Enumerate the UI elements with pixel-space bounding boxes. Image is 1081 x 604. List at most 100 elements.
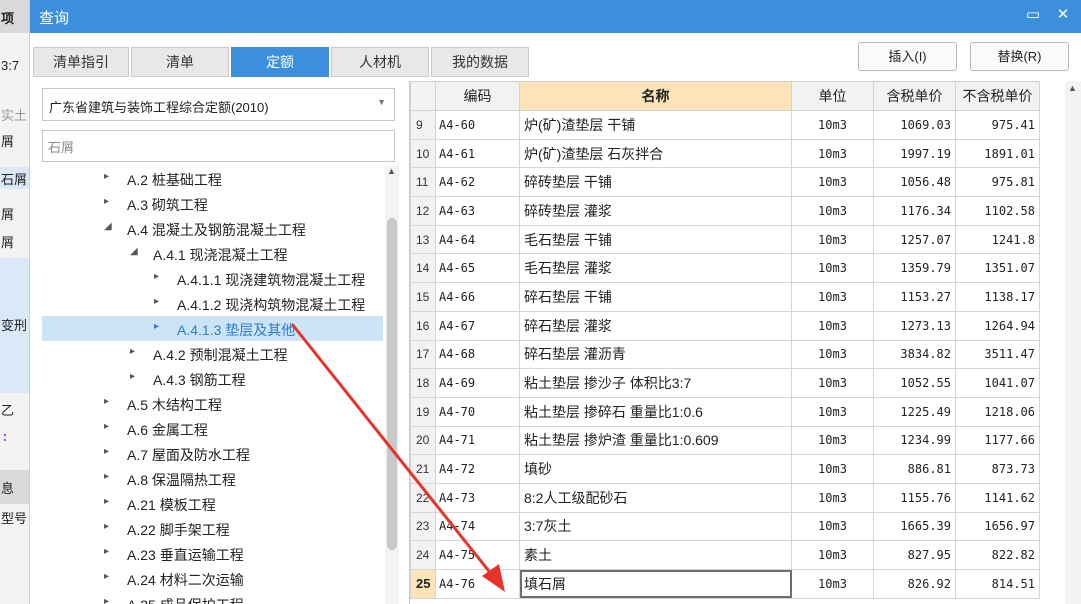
tax-price-cell[interactable]: 1665.39 [873,511,956,542]
tab-my-data[interactable]: 我的数据 [431,47,529,77]
table-row[interactable]: 13 A4-64 毛石垫层 干铺 10m3 1257.07 1241.8 [410,224,1040,255]
name-cell[interactable]: 毛石垫层 灌浆 [519,253,792,284]
unit-cell[interactable]: 10m3 [791,454,874,484]
code-cell[interactable]: A4-71 [435,425,520,456]
table-row[interactable]: 20 A4-71 粘土垫层 掺炉渣 重量比1:0.609 10m3 1234.99 117… [410,425,1040,456]
unit-cell[interactable]: 10m3 [791,282,874,312]
code-cell[interactable]: A4-65 [435,253,520,284]
maximize-icon[interactable]: ▭ [1022,4,1044,26]
unit-cell[interactable]: 10m3 [791,511,874,542]
code-cell[interactable]: A4-74 [435,511,520,542]
row-index[interactable]: 12 [410,196,436,226]
table-row[interactable]: 9 A4-60 炉(矿)渣垫层 干铺 10m3 1069.03 975.41 [410,110,1040,140]
dialog-titlebar[interactable]: 查询 ▭ ✕ [30,0,1081,33]
name-cell[interactable]: 碎石垫层 灌沥青 [519,339,792,370]
tree-item[interactable]: ◢ A.4.1 现浇混凝土工程 [42,241,383,266]
name-cell[interactable]: 填石屑 [519,569,792,599]
code-cell[interactable]: A4-72 [435,454,520,484]
tax-price-cell[interactable]: 1052.55 [873,368,956,398]
row-index[interactable]: 13 [410,224,436,255]
chevron-down-icon[interactable]: ▼ [377,97,386,107]
collapse-arrow-icon[interactable]: ◢ [104,221,114,232]
unit-cell[interactable]: 10m3 [791,138,874,169]
unit-cell[interactable]: 10m3 [791,396,874,427]
column-header-name[interactable]: 名称 [519,81,792,111]
scrollbar-thumb[interactable] [387,218,397,550]
row-index[interactable]: 17 [410,339,436,370]
code-cell[interactable]: A4-61 [435,138,520,169]
quota-library-select[interactable]: 广东省建筑与装饰工程综合定额(2010) ▼ [42,88,395,121]
expand-arrow-icon[interactable]: ▸ [104,421,114,432]
name-cell[interactable]: 填砂 [519,454,792,484]
notax-price-cell[interactable]: 3511.47 [955,339,1040,370]
tree-item[interactable]: ▸ A.4.1.2 现浇构筑物混凝土工程 [42,291,383,316]
notax-price-cell[interactable]: 975.41 [955,110,1040,140]
scroll-up-icon[interactable]: ▲ [1068,83,1077,93]
name-cell[interactable]: 炉(矿)渣垫层 石灰拌合 [519,138,792,169]
code-cell[interactable]: A4-64 [435,224,520,255]
row-index[interactable]: 15 [410,282,436,312]
row-index[interactable]: 25 [410,569,436,599]
scroll-up-icon[interactable]: ▲ [387,166,396,176]
code-cell[interactable]: A4-75 [435,540,520,570]
notax-price-cell[interactable]: 1241.8 [955,224,1040,255]
name-cell[interactable]: 粘土垫层 掺沙子 体积比3:7 [519,368,792,398]
name-cell[interactable]: 碎石垫层 灌浆 [519,310,792,341]
tax-price-cell[interactable]: 1359.79 [873,253,956,284]
tree-item[interactable]: ▸ A.4.1.1 现浇建筑物混凝土工程 [42,266,383,291]
tax-price-cell[interactable]: 1056.48 [873,167,956,198]
tree-item[interactable]: ▸ A.4.3 钢筋工程 [42,366,383,391]
name-cell[interactable]: 碎石垫层 干铺 [519,282,792,312]
unit-cell[interactable]: 10m3 [791,540,874,570]
table-row[interactable]: 24 A4-75 素土 10m3 827.95 822.82 [410,540,1040,570]
notax-price-cell[interactable]: 1656.97 [955,511,1040,542]
expand-arrow-icon[interactable]: ▸ [130,346,140,357]
unit-cell[interactable]: 10m3 [791,167,874,198]
name-cell[interactable]: 粘土垫层 掺炉渣 重量比1:0.609 [519,425,792,456]
row-index[interactable]: 14 [410,253,436,284]
notax-price-cell[interactable]: 873.73 [955,454,1040,484]
notax-price-cell[interactable]: 1141.62 [955,482,1040,513]
row-index[interactable]: 24 [410,540,436,570]
expand-arrow-icon[interactable]: ▸ [104,171,114,182]
row-index[interactable]: 11 [410,167,436,198]
tax-price-cell[interactable]: 1997.19 [873,138,956,169]
code-cell[interactable]: A4-62 [435,167,520,198]
table-row[interactable]: 11 A4-62 碎砖垫层 干铺 10m3 1056.48 975.81 [410,167,1040,198]
notax-price-cell[interactable]: 814.51 [955,569,1040,599]
tree-item[interactable]: ◢ A.4 混凝土及钢筋混凝土工程 [42,216,383,241]
tree-item[interactable]: ▸ A.24 材料二次运输 [42,566,383,591]
table-row[interactable]: 16 A4-67 碎石垫层 灌浆 10m3 1273.13 1264.94 [410,310,1040,341]
row-index[interactable]: 23 [410,511,436,542]
tree-item[interactable]: ▸ A.21 模板工程 [42,491,383,516]
tax-price-cell[interactable]: 1153.27 [873,282,956,312]
search-input[interactable] [43,131,394,161]
table-row[interactable]: 15 A4-66 碎石垫层 干铺 10m3 1153.27 1138.17 [410,282,1040,312]
name-cell[interactable]: 炉(矿)渣垫层 干铺 [519,110,792,140]
table-row[interactable]: 25 A4-76 填石屑 10m3 826.92 814.51 [410,569,1040,599]
unit-cell[interactable]: 10m3 [791,339,874,370]
expand-arrow-icon[interactable]: ▸ [130,371,140,382]
unit-cell[interactable]: 10m3 [791,196,874,226]
column-header-code[interactable]: 编码 [435,81,520,111]
tree-item[interactable]: ▸ A.4.1.3 垫层及其他 [42,316,383,341]
tax-price-cell[interactable]: 886.81 [873,454,956,484]
notax-price-cell[interactable]: 1891.01 [955,138,1040,169]
tree-item[interactable]: ▸ A.5 木结构工程 [42,391,383,416]
code-cell[interactable]: A4-60 [435,110,520,140]
row-index[interactable]: 10 [410,138,436,169]
notax-price-cell[interactable]: 1351.07 [955,253,1040,284]
code-cell[interactable]: A4-63 [435,196,520,226]
unit-cell[interactable]: 10m3 [791,368,874,398]
table-row[interactable]: 10 A4-61 炉(矿)渣垫层 石灰拌合 10m3 1997.19 1891.01 [410,138,1040,169]
column-header-notax-price[interactable]: 不含税单价 [955,81,1040,111]
row-index[interactable]: 20 [410,425,436,456]
tree-item[interactable]: ▸ A.4.2 预制混凝土工程 [42,341,383,366]
tax-price-cell[interactable]: 1176.34 [873,196,956,226]
row-index[interactable]: 16 [410,310,436,341]
expand-arrow-icon[interactable]: ▸ [104,596,114,604]
expand-arrow-icon[interactable]: ▸ [154,321,164,332]
replace-button[interactable]: 替换(R) [970,42,1069,71]
tax-price-cell[interactable]: 3834.82 [873,339,956,370]
code-cell[interactable]: A4-66 [435,282,520,312]
